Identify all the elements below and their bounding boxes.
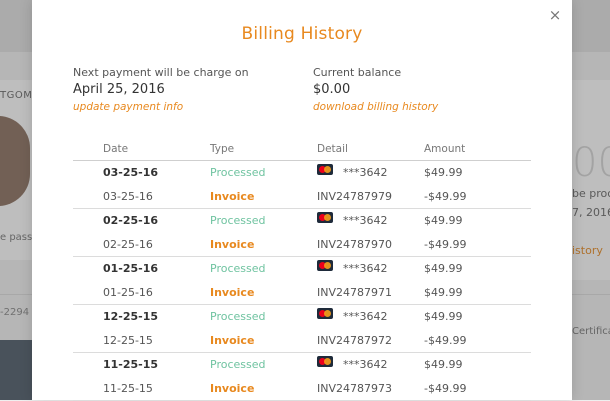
table-row-invoice: 01-25-16 Invoice INV24787971 $49.99 — [73, 281, 531, 305]
column-header-type: Type — [210, 143, 235, 155]
row-date: 11-25-15 — [103, 358, 159, 371]
table-row-processed: 02-25-16 Processed ***3642 $49.99 — [73, 209, 531, 233]
row-date: 02-25-16 — [103, 214, 159, 227]
row-type-invoice-link[interactable]: Invoice — [210, 286, 254, 299]
row-detail: INV24787979 — [317, 190, 392, 203]
billing-group: 02-25-16 Processed ***3642 $49.99 02-25-… — [73, 209, 531, 257]
next-payment-date: April 25, 2016 — [73, 82, 165, 97]
table-header: Date Type Detail Amount — [73, 143, 531, 161]
download-billing-history-link[interactable]: download billing history — [313, 101, 438, 113]
column-header-detail: Detail — [317, 143, 348, 155]
table-row-invoice: 03-25-16 Invoice INV24787979 -$49.99 — [73, 185, 531, 209]
row-type: Processed — [210, 262, 266, 275]
row-detail: ***3642 — [343, 262, 388, 275]
row-type: Processed — [210, 358, 266, 371]
row-date: 12-25-15 — [103, 310, 159, 323]
row-date: 01-25-16 — [103, 286, 153, 299]
table-row-processed: 01-25-16 Processed ***3642 $49.99 — [73, 257, 531, 281]
row-date: 03-25-16 — [103, 190, 153, 203]
row-amount: -$49.99 — [424, 382, 467, 395]
row-date: 12-25-15 — [103, 334, 153, 347]
update-payment-info-link[interactable]: update payment info — [73, 101, 183, 113]
current-balance-value: $0.00 — [313, 82, 351, 97]
row-type-invoice-link[interactable]: Invoice — [210, 334, 254, 347]
row-amount: -$49.99 — [424, 238, 467, 251]
table-row-processed: 11-25-15 Processed ***3642 $49.99 — [73, 353, 531, 377]
table-row-processed: 12-25-15 Processed ***3642 $49.99 — [73, 305, 531, 329]
row-amount: $49.99 — [424, 262, 463, 275]
row-date: 01-25-16 — [103, 262, 159, 275]
table-row-invoice: 11-25-15 Invoice INV24787973 -$49.99 — [73, 377, 531, 401]
row-date: 03-25-16 — [103, 166, 159, 179]
mastercard-icon — [317, 260, 333, 271]
column-header-amount: Amount — [424, 143, 466, 155]
billing-history-modal: × Billing History Next payment will be c… — [32, 0, 572, 401]
table-row-invoice: 02-25-16 Invoice INV24787970 -$49.99 — [73, 233, 531, 257]
row-type: Processed — [210, 166, 266, 179]
billing-group: 01-25-16 Processed ***3642 $49.99 01-25-… — [73, 257, 531, 305]
row-amount: $49.99 — [424, 166, 463, 179]
row-detail: INV24787972 — [317, 334, 392, 347]
row-amount: $49.99 — [424, 310, 463, 323]
row-amount: -$49.99 — [424, 334, 467, 347]
billing-group: 11-25-15 Processed ***3642 $49.99 11-25-… — [73, 353, 531, 401]
modal-title: Billing History — [241, 24, 363, 44]
row-detail: ***3642 — [343, 310, 388, 323]
row-detail: ***3642 — [343, 166, 388, 179]
mastercard-icon — [317, 356, 333, 367]
billing-group: 12-25-15 Processed ***3642 $49.99 12-25-… — [73, 305, 531, 353]
current-balance-label: Current balance — [313, 66, 402, 79]
row-amount: $49.99 — [424, 358, 463, 371]
table-row-invoice: 12-25-15 Invoice INV24787972 -$49.99 — [73, 329, 531, 353]
row-type-invoice-link[interactable]: Invoice — [210, 382, 254, 395]
billing-table: 03-25-16 Processed ***3642 $49.99 03-25-… — [73, 161, 531, 401]
row-amount: $49.99 — [424, 214, 463, 227]
row-amount: $49.99 — [424, 286, 463, 299]
row-detail: INV24787973 — [317, 382, 392, 395]
row-type-invoice-link[interactable]: Invoice — [210, 190, 254, 203]
row-date: 02-25-16 — [103, 238, 153, 251]
row-type: Processed — [210, 214, 266, 227]
row-type-invoice-link[interactable]: Invoice — [210, 238, 254, 251]
next-payment-label: Next payment will be charge on — [73, 66, 249, 79]
billing-group: 03-25-16 Processed ***3642 $49.99 03-25-… — [73, 161, 531, 209]
mastercard-icon — [317, 212, 333, 223]
close-icon[interactable]: × — [546, 6, 564, 24]
row-detail: INV24787971 — [317, 286, 392, 299]
row-detail: INV24787970 — [317, 238, 392, 251]
mastercard-icon — [317, 164, 333, 175]
mastercard-icon — [317, 308, 333, 319]
row-detail: ***3642 — [343, 214, 388, 227]
column-header-date: Date — [103, 143, 129, 155]
row-amount: -$49.99 — [424, 190, 467, 203]
row-date: 11-25-15 — [103, 382, 153, 395]
table-row-processed: 03-25-16 Processed ***3642 $49.99 — [73, 161, 531, 185]
row-type: Processed — [210, 310, 266, 323]
row-detail: ***3642 — [343, 358, 388, 371]
